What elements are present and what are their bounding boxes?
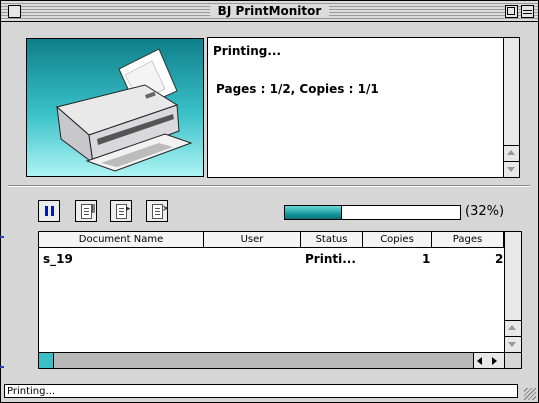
table-scroll-down-button[interactable] [505, 336, 521, 352]
progress-percent: (32%) [465, 204, 505, 219]
resume-job-button[interactable]: ▸ [110, 200, 132, 222]
pause-icon [45, 206, 48, 216]
column-header-document-name[interactable]: Document Name [39, 232, 204, 247]
arrow-down-icon [508, 342, 516, 347]
hold-glyph: ‖ [91, 204, 96, 214]
arrow-right-icon[interactable] [492, 357, 497, 365]
hold-job-button[interactable]: ‖ [75, 200, 97, 222]
table-scroll-up-button[interactable] [505, 320, 521, 336]
status-line-printing: Printing... [213, 44, 282, 58]
printer-illustration [26, 38, 204, 177]
collapse-box[interactable] [521, 5, 534, 18]
zoom-box[interactable] [505, 5, 518, 18]
column-header-pages[interactable]: Pages [432, 232, 504, 247]
progress-fill [285, 206, 342, 219]
table-row[interactable]: s_19 Printi... 1 2 [39, 252, 504, 267]
resize-grip-icon[interactable] [524, 388, 536, 400]
arrow-up-icon [507, 150, 515, 155]
column-header-status[interactable]: Status [301, 232, 363, 247]
arrow-down-icon [507, 167, 515, 172]
arrow-left-icon[interactable] [477, 357, 482, 365]
status-message-box: Printing... Pages : 1/2, Copies : 1/1 [207, 37, 520, 178]
status-bar: Printing... [4, 384, 518, 398]
status-scrollbar[interactable] [503, 38, 519, 177]
print-monitor-window: BJ PrintMonitor Printing... Pages: 1/2,… [0, 0, 539, 403]
window-title: BJ PrintMonitor [209, 4, 330, 18]
cell-pages: 2 [495, 252, 504, 266]
scroll-down-button[interactable] [504, 161, 519, 177]
title-bar[interactable]: BJ PrintMonitor [1, 1, 538, 22]
scrollbar-corner [504, 352, 521, 368]
printer-icon [55, 48, 193, 172]
progress-bar [284, 205, 461, 220]
table-vertical-scrollbar[interactable] [504, 232, 521, 352]
cell-status: Printi... [305, 252, 356, 266]
cancel-job-button[interactable]: × [146, 200, 170, 222]
horizontal-scroll-arrows [473, 353, 504, 368]
table-header: Document Name User Status Copies Pages [39, 232, 504, 248]
resume-glyph: ▸ [126, 204, 131, 214]
column-header-copies[interactable]: Copies [363, 232, 432, 247]
pause-icon-bar [51, 206, 54, 216]
status-line-pages: Pages : 1/2, Copies : 1/1 [216, 82, 379, 96]
cancel-glyph: × [162, 204, 170, 214]
close-box[interactable] [8, 5, 21, 18]
selection-marker [0, 366, 4, 368]
selection-marker [0, 236, 4, 238]
scroll-thumb[interactable] [39, 353, 54, 368]
job-queue-table: Document Name User Status Copies Pages s… [38, 231, 522, 369]
cell-document-name: s_19 [43, 252, 73, 266]
cell-copies: 1 [422, 252, 431, 266]
status-panel: Printing... Pages : 1/2, Copies : 1/1 [8, 28, 528, 178]
arrow-up-icon [508, 325, 516, 330]
divider [8, 185, 530, 187]
column-header-user[interactable]: User [204, 232, 301, 247]
pause-button[interactable] [38, 200, 60, 222]
table-horizontal-scrollbar[interactable] [39, 352, 504, 368]
scroll-up-button[interactable] [504, 145, 519, 161]
